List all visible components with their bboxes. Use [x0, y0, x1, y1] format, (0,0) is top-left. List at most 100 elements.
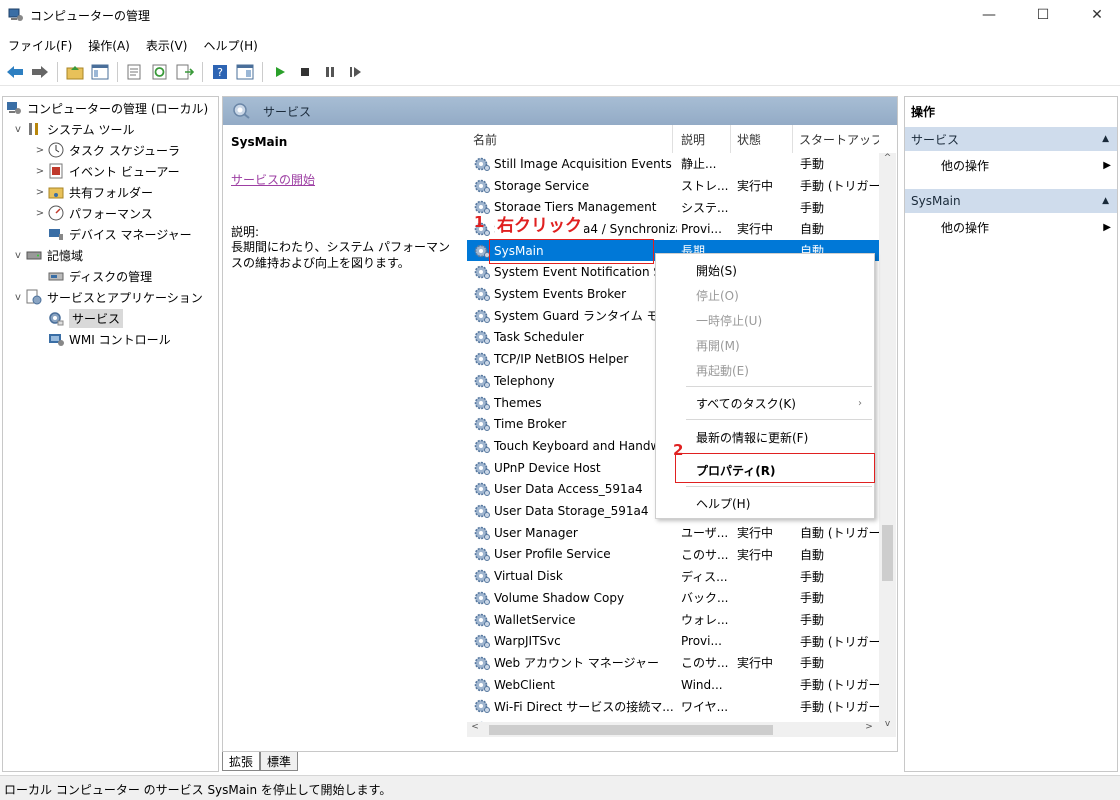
- action-pane-button[interactable]: [234, 61, 256, 83]
- service-name: WebClient: [494, 677, 555, 692]
- expand-icon[interactable]: >: [33, 166, 47, 177]
- tree-item-event-viewer[interactable]: > イベント ビューアー: [33, 161, 180, 181]
- scroll-down-icon[interactable]: v: [879, 719, 896, 735]
- tree-item-task-scheduler[interactable]: > タスク スケジューラ: [33, 140, 180, 160]
- service-name-cell: User Manager: [473, 525, 677, 541]
- table-row[interactable]: WalletService ウォレ... 手動: [467, 609, 879, 631]
- service-startup-type: 手動: [800, 656, 825, 671]
- expand-icon[interactable]: >: [33, 145, 47, 156]
- show-hide-tree-button[interactable]: [89, 61, 111, 83]
- table-row[interactable]: Storage Service ストレ... 実行中 手動 (トリガー開始): [467, 175, 879, 197]
- service-gear-icon: [474, 287, 490, 302]
- table-row[interactable]: User Profile Service このサ... 実行中 自動: [467, 544, 879, 566]
- vertical-scrollbar[interactable]: ^ v: [879, 153, 896, 737]
- collapse-icon[interactable]: v: [11, 250, 25, 261]
- start-service-button[interactable]: [269, 61, 291, 83]
- stop-service-button[interactable]: [294, 61, 316, 83]
- scroll-thumb[interactable]: [882, 525, 893, 581]
- scroll-thumb[interactable]: [489, 725, 773, 735]
- tab-extended[interactable]: 拡張: [222, 752, 261, 771]
- context-menu-help[interactable]: ヘルプ(H): [656, 491, 874, 515]
- collapse-section-icon[interactable]: ▲: [1102, 196, 1109, 206]
- service-description: Provi...: [681, 634, 722, 649]
- table-row[interactable]: WarpJITSvc Provi... 手動 (トリガー開始): [467, 630, 879, 652]
- maximize-button[interactable]: ☐: [1020, 0, 1066, 30]
- service-gear-icon: [474, 352, 490, 367]
- more-actions-label: 他の操作: [941, 220, 990, 235]
- service-startup-type: 手動: [800, 200, 825, 215]
- tab-standard[interactable]: 標準: [260, 752, 299, 771]
- tree-item-label: ディスクの管理: [69, 269, 153, 284]
- tree-item-shared-folders[interactable]: > 共有フォルダー: [33, 182, 153, 202]
- column-header-startup[interactable]: スタートアップの: [793, 125, 879, 153]
- forward-button[interactable]: [29, 61, 51, 83]
- tree-item-disk-management[interactable]: ディスクの管理: [47, 266, 152, 286]
- tree-item-services[interactable]: サービス: [47, 308, 124, 328]
- refresh-button[interactable]: [149, 61, 171, 83]
- tree-item-wmi-control[interactable]: WMI コントロール: [47, 329, 171, 349]
- up-folder-button[interactable]: [64, 61, 86, 83]
- actions-section-services[interactable]: サービス ▲: [905, 127, 1117, 151]
- column-header-status[interactable]: 状態: [731, 125, 793, 153]
- context-menu-start[interactable]: 開始(S): [656, 258, 874, 282]
- close-button[interactable]: ✕: [1074, 0, 1120, 30]
- expand-icon[interactable]: >: [33, 187, 47, 198]
- more-actions-sysmain[interactable]: 他の操作 ▶: [941, 217, 1111, 237]
- context-menu-resume[interactable]: 再開(M): [656, 333, 874, 357]
- tree-item-device-manager[interactable]: デバイス マネージャー: [47, 224, 192, 244]
- context-menu-refresh[interactable]: 最新の情報に更新(F): [656, 425, 874, 449]
- context-menu-restart[interactable]: 再起動(E): [656, 358, 874, 382]
- actions-section-label: SysMain: [911, 194, 961, 208]
- actions-section-sysmain[interactable]: SysMain ▲: [905, 189, 1117, 213]
- table-row[interactable]: User Manager ユーザ... 実行中 自動 (トリガー開始): [467, 522, 879, 544]
- properties-toolbar-button[interactable]: [124, 61, 146, 83]
- context-menu-pause[interactable]: 一時停止(U): [656, 308, 874, 332]
- table-row[interactable]: Web アカウント マネージャー このサ... 実行中 手動: [467, 652, 879, 674]
- context-menu-stop[interactable]: 停止(O): [656, 283, 874, 307]
- restart-service-button[interactable]: [344, 61, 366, 83]
- scroll-up-icon[interactable]: ^: [879, 153, 896, 169]
- tree-item-storage[interactable]: v 記憶域: [11, 245, 83, 265]
- service-description: バック...: [681, 591, 729, 606]
- pause-service-button[interactable]: [319, 61, 341, 83]
- export-list-button[interactable]: [174, 61, 196, 83]
- service-name-cell: System Events Broker: [473, 286, 677, 302]
- minimize-button[interactable]: —: [966, 0, 1012, 30]
- tree-item-system-tools[interactable]: v システム ツール: [11, 119, 134, 139]
- collapse-icon[interactable]: v: [11, 124, 25, 135]
- service-detail-panel: SysMain サービスの開始 説明: 長期間にわたり、システム パフォーマンス…: [223, 125, 463, 735]
- menu-view[interactable]: 表示(V): [138, 34, 196, 56]
- computer-management-icon: [7, 102, 21, 114]
- horizontal-scrollbar[interactable]: < >: [467, 722, 879, 737]
- menu-help[interactable]: ヘルプ(H): [195, 34, 265, 56]
- help-toolbar-button[interactable]: ?: [209, 61, 231, 83]
- service-name-cell: UPnP Device Host: [473, 460, 677, 476]
- collapse-section-icon[interactable]: ▲: [1102, 134, 1109, 144]
- more-actions-services[interactable]: 他の操作 ▶: [941, 155, 1111, 175]
- collapse-icon[interactable]: v: [11, 292, 25, 303]
- table-row[interactable]: Still Image Acquisition Events 静止... 手動: [467, 153, 879, 175]
- menu-file[interactable]: ファイル(F): [0, 34, 80, 56]
- service-gear-icon: [474, 678, 490, 692]
- tree-item-services-and-applications[interactable]: v サービスとアプリケーション: [11, 287, 203, 307]
- toolbar-separator: [57, 61, 58, 82]
- tree-item-performance[interactable]: > パフォーマンス: [33, 203, 153, 223]
- column-header-name[interactable]: 名前 ^: [467, 125, 673, 153]
- back-button[interactable]: [4, 61, 26, 83]
- service-name: User Profile Service: [494, 547, 611, 562]
- table-row[interactable]: WebClient Wind... 手動 (トリガー開始): [467, 674, 879, 696]
- table-row[interactable]: Volume Shadow Copy バック... 手動: [467, 587, 879, 609]
- tree-item-computer-management[interactable]: コンピューターの管理 (ローカル): [5, 98, 208, 118]
- column-header-description[interactable]: 説明: [675, 125, 731, 153]
- table-row[interactable]: Virtual Disk ディス... 手動: [467, 565, 879, 587]
- start-service-link[interactable]: サービスの開始: [231, 171, 315, 188]
- context-menu-all-tasks[interactable]: すべてのタスク(K) ›: [656, 391, 874, 415]
- table-row[interactable]: Wi-Fi Direct サービスの接続マ... ワイヤ... 手動 (トリガー開始…: [467, 696, 879, 718]
- scroll-right-icon[interactable]: >: [861, 722, 877, 737]
- service-name: Still Image Acquisition Events: [494, 156, 672, 171]
- expand-icon[interactable]: >: [33, 208, 47, 219]
- menu-action[interactable]: 操作(A): [80, 34, 138, 56]
- scroll-left-icon[interactable]: <: [467, 722, 483, 737]
- tree-item-label: システム ツール: [47, 122, 135, 137]
- service-name: TCP/IP NetBIOS Helper: [494, 352, 629, 367]
